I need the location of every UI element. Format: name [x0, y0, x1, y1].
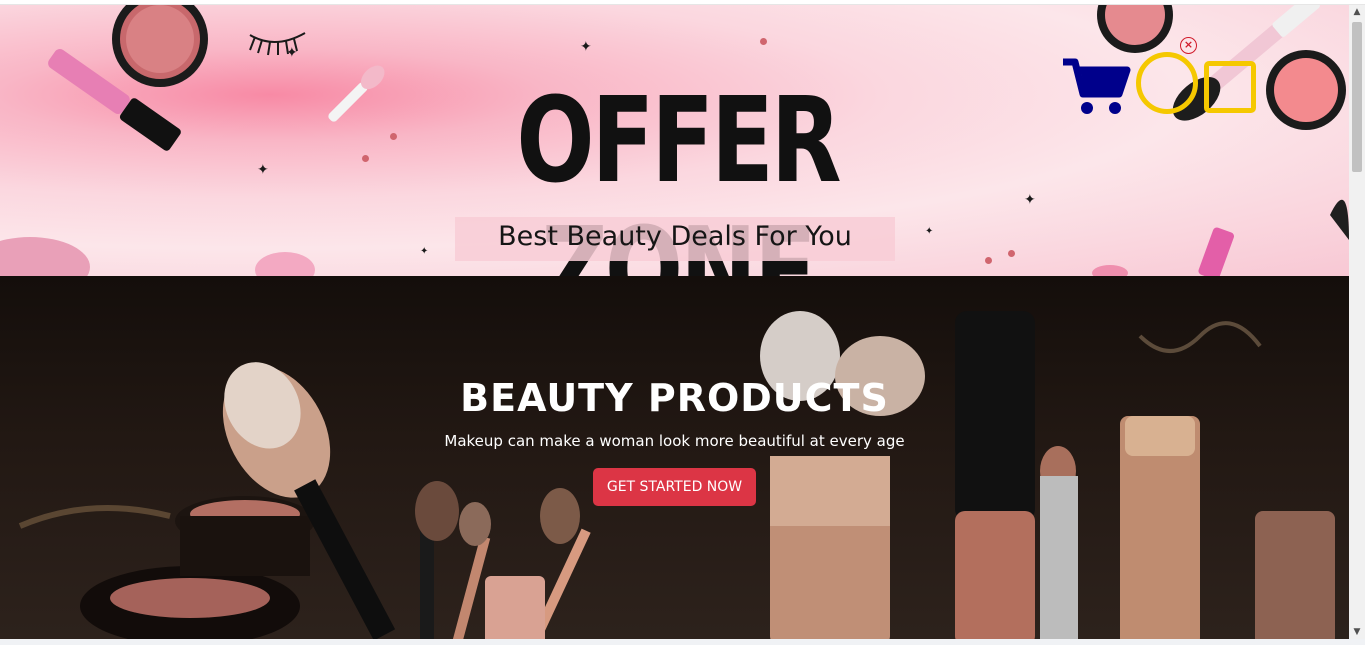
sparkle-icon: ✦ [925, 226, 934, 237]
highlight-circle-marker[interactable] [1136, 52, 1198, 114]
highlight-square-marker[interactable] [1204, 61, 1256, 113]
sparkle-icon: ✦ [286, 45, 298, 61]
foundation-bottle-photo [955, 311, 1035, 639]
page-viewport: ✦ ✦ ✦ ✦ ✦ ✦ OFFER ZONE Best Beauty Deals… [0, 5, 1349, 639]
decor-dot [985, 257, 992, 264]
hero-title: BEAUTY PRODUCTS [460, 376, 889, 420]
hero-section: BEAUTY PRODUCTS Makeup can make a woman … [0, 276, 1349, 639]
sparkle-icon: ✦ [420, 246, 429, 257]
sparkle-icon: ✦ [1024, 192, 1036, 208]
decor-dot [760, 38, 767, 45]
pink-blob-illustration [1092, 265, 1128, 276]
window-bottom-edge [0, 639, 1365, 645]
decor-branch-photo [1138, 321, 1262, 353]
vertical-scrollbar[interactable]: ▲ ▼ [1349, 5, 1365, 639]
scroll-up-arrow-icon[interactable]: ▲ [1349, 7, 1365, 17]
pink-lipstick-illustration [1198, 227, 1235, 276]
decor-dot [1008, 250, 1015, 257]
compact-powder-photo [80, 496, 315, 639]
decor-dot [362, 155, 369, 162]
sparkle-icon: ✦ [257, 162, 269, 178]
brush-holder-photo [760, 311, 925, 639]
lipstick-photo [1040, 446, 1078, 639]
hero-background-photo [18, 311, 1335, 639]
decor-branch-photo [18, 505, 171, 529]
blush-compact-illustration [1266, 50, 1346, 130]
compact-top-right-illustration [1097, 5, 1173, 53]
decor-dot [390, 133, 397, 140]
scroll-down-arrow-icon[interactable]: ▼ [1349, 627, 1365, 637]
small-brushes-photo [415, 481, 591, 639]
shopping-cart-icon[interactable] [1061, 56, 1131, 116]
pink-blob-illustration [0, 237, 90, 276]
offer-zone-banner[interactable]: ✦ ✦ ✦ ✦ ✦ ✦ OFFER ZONE Best Beauty Deals… [0, 5, 1349, 276]
brush-edge-illustration [1330, 199, 1349, 240]
close-icon[interactable]: × [1180, 37, 1197, 54]
scrollbar-thumb[interactable] [1352, 22, 1362, 172]
get-started-button[interactable]: GET STARTED NOW [593, 468, 756, 506]
small-brush-illustration [328, 65, 385, 122]
sparkle-icon: ✦ [580, 39, 592, 55]
offer-zone-subtitle: Best Beauty Deals For You [498, 221, 852, 252]
pink-blob-illustration [255, 252, 315, 276]
hero-tagline: Makeup can make a woman look more beauti… [444, 432, 905, 450]
compact-powder-illustration [112, 5, 208, 87]
